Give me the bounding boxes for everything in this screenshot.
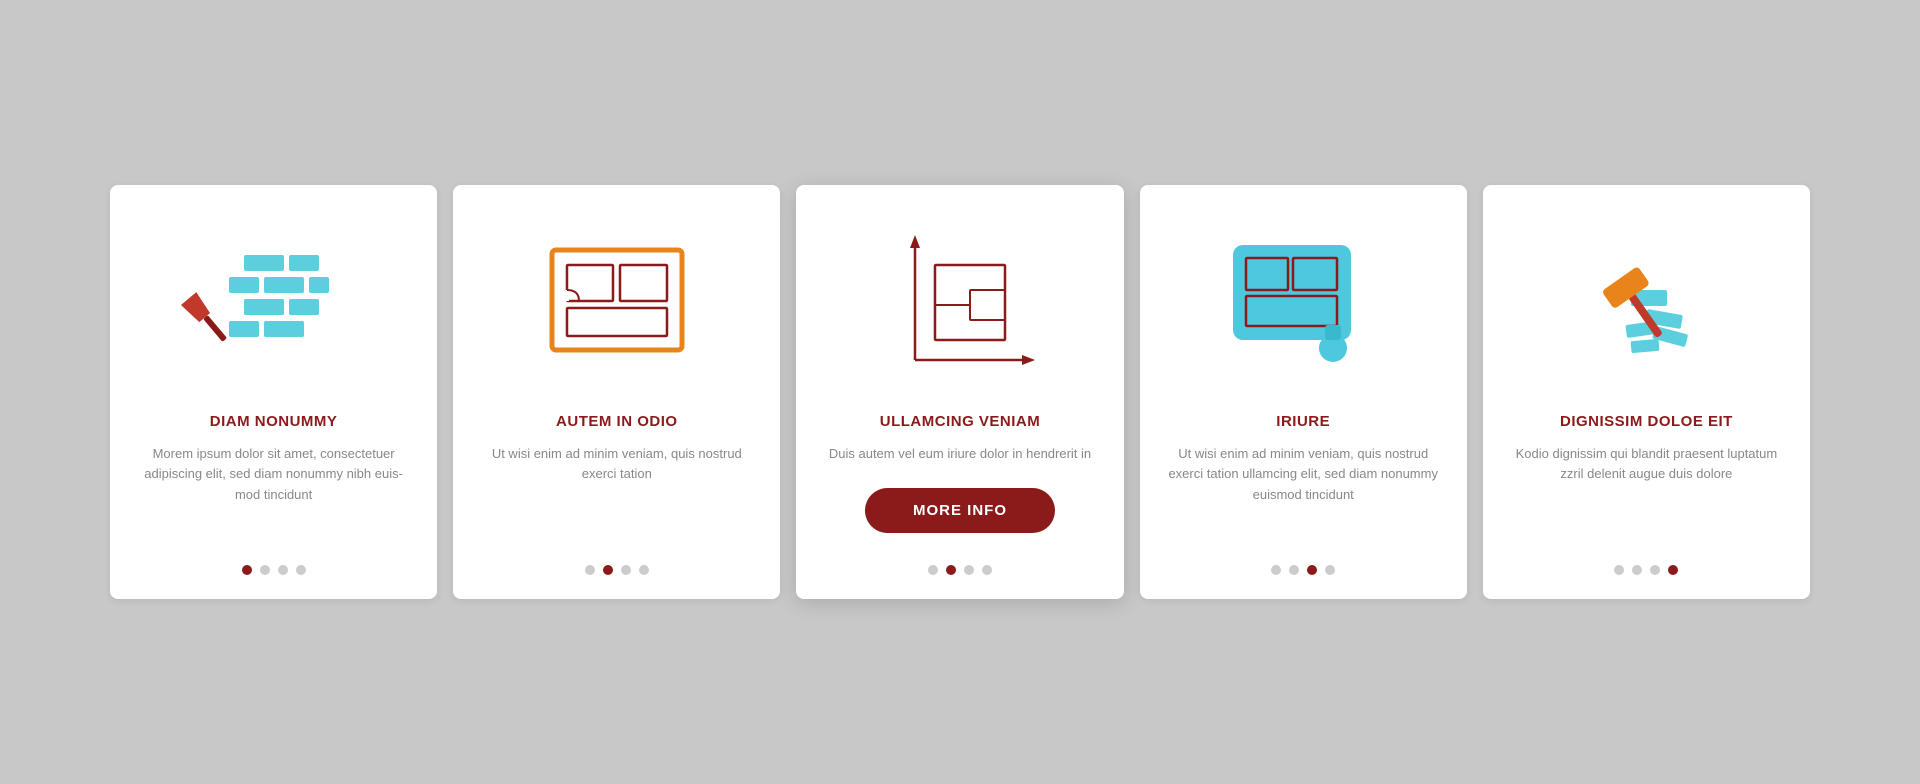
card-1-dots: [242, 557, 306, 575]
dot: [964, 565, 974, 575]
card-4: IRIURE Ut wisi enim ad minim veniam, qui…: [1140, 185, 1467, 600]
dot: [1307, 565, 1317, 575]
card-2-title: AUTEM IN ODIO: [556, 413, 678, 430]
dot: [585, 565, 595, 575]
card-3-text: Duis autem vel eum iriure dolor in hendr…: [829, 444, 1091, 465]
dot: [621, 565, 631, 575]
card-5-icon: [1566, 225, 1726, 385]
card-3-icon: [880, 225, 1040, 385]
card-4-icon: [1223, 225, 1383, 385]
dot: [278, 565, 288, 575]
card-2-text: Ut wisi enim ad minim veniam, quis nostr…: [477, 444, 756, 534]
card-4-title: IRIURE: [1276, 413, 1330, 430]
card-2: AUTEM IN ODIO Ut wisi enim ad minim veni…: [453, 185, 780, 600]
card-5-text: Kodio dignissim qui blandit praesent lup…: [1507, 444, 1786, 534]
card-3-dots: [928, 557, 992, 575]
card-3: ULLAMCING VENIAM Duis autem vel eum iriu…: [796, 185, 1123, 600]
dot: [982, 565, 992, 575]
dot: [639, 565, 649, 575]
card-5-title: DIGNISSIM DOLOE EIT: [1560, 413, 1733, 430]
dot: [603, 565, 613, 575]
card-1-text: Morem ipsum dolor sit amet, consectetuer…: [134, 444, 413, 534]
dot: [1668, 565, 1678, 575]
card-4-text: Ut wisi enim ad minim veniam, quis nostr…: [1164, 444, 1443, 534]
cards-container: DIAM NONUMMY Morem ipsum dolor sit amet,…: [110, 185, 1810, 600]
dot: [1650, 565, 1660, 575]
dot: [296, 565, 306, 575]
dot: [260, 565, 270, 575]
card-4-dots: [1271, 557, 1335, 575]
card-2-icon: [537, 225, 697, 385]
dot: [1325, 565, 1335, 575]
card-1: DIAM NONUMMY Morem ipsum dolor sit amet,…: [110, 185, 437, 600]
card-5: DIGNISSIM DOLOE EIT Kodio dignissim qui …: [1483, 185, 1810, 600]
card-1-icon: [194, 225, 354, 385]
dot: [1289, 565, 1299, 575]
card-5-dots: [1614, 557, 1678, 575]
dot: [1632, 565, 1642, 575]
dot: [1271, 565, 1281, 575]
dot: [946, 565, 956, 575]
card-2-dots: [585, 557, 649, 575]
card-3-title: ULLAMCING VENIAM: [880, 413, 1041, 430]
dot: [242, 565, 252, 575]
card-1-title: DIAM NONUMMY: [210, 413, 338, 430]
dot: [1614, 565, 1624, 575]
more-info-button[interactable]: MORE INFO: [865, 488, 1055, 533]
dot: [928, 565, 938, 575]
